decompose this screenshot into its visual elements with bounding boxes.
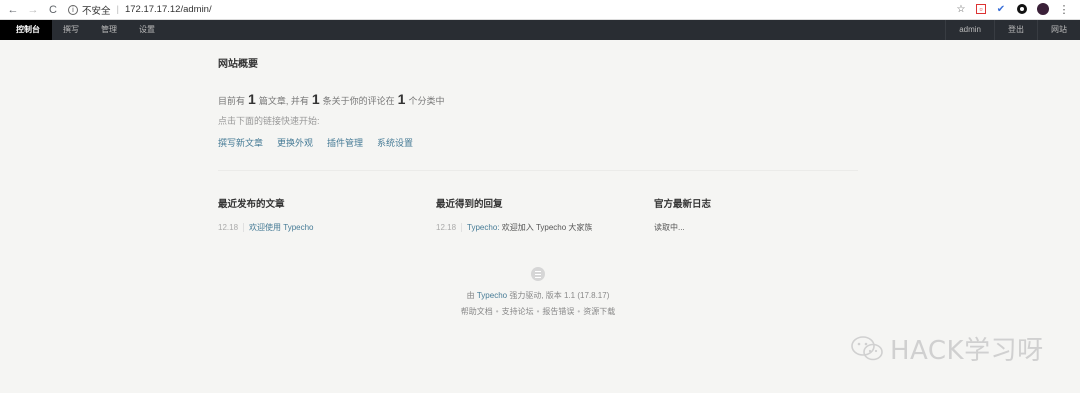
back-icon[interactable]: ← (6, 3, 20, 17)
posts-count: 1 (248, 91, 256, 107)
watermark-text: HACK学习呀 (890, 336, 1044, 366)
official-log-section: 官方最新日志 读取中... (654, 196, 854, 233)
official-log-title: 官方最新日志 (654, 199, 712, 210)
powered-prefix: 由 (466, 291, 475, 300)
help-docs-link[interactable]: 帮助文档 (461, 307, 493, 316)
top-nav-right: admin 登出 网站 (945, 20, 1080, 40)
browser-toolbar: ← → C i 不安全 | 172.17.17.12/admin/ ☆ ▫ ✔ … (0, 0, 1080, 20)
comment-date: 12.18 (436, 223, 463, 232)
nav-site[interactable]: 网站 (1037, 20, 1080, 40)
post-date: 12.18 (218, 223, 245, 232)
forward-icon[interactable]: → (26, 3, 40, 17)
quick-links: 撰写新文章 更换外观 插件管理 系统设置 (218, 136, 413, 149)
stats-prefix: 目前有 (218, 96, 246, 106)
categories-count: 1 (397, 91, 406, 107)
nav-logout[interactable]: 登出 (994, 20, 1037, 40)
footer-dot: • (577, 307, 581, 316)
quick-start-hint: 点击下面的链接快速开始: (218, 116, 320, 126)
comments-count: 1 (311, 91, 320, 107)
support-forum-link[interactable]: 支持论坛 (502, 307, 534, 316)
typecho-link[interactable]: Typecho (477, 291, 507, 300)
footer-dot: • (495, 307, 499, 316)
typecho-logo-icon (531, 267, 545, 281)
downloads-link[interactable]: 资源下载 (583, 307, 615, 316)
system-settings-link[interactable]: 系统设置 (377, 136, 413, 149)
nav-dashboard[interactable]: 控制台 (0, 20, 52, 40)
watermark: HACK学习呀 (850, 330, 1044, 367)
list-item: 12.18 欢迎使用 Typecho (218, 222, 418, 233)
profile-avatar-icon[interactable] (1037, 3, 1049, 15)
nav-settings[interactable]: 设置 (128, 20, 166, 40)
recent-comments-title: 最近得到的回复 (436, 199, 503, 210)
post-link[interactable]: 欢迎使用 Typecho (249, 223, 313, 232)
reload-icon[interactable]: C (46, 3, 60, 17)
nav-write[interactable]: 撰写 (52, 20, 90, 40)
recent-posts-title: 最近发布的文章 (218, 199, 285, 210)
extension-circle-icon[interactable] (1016, 3, 1028, 15)
list-item: 12.18 Typecho: 欢迎加入 Typecho 大家族 (436, 222, 636, 233)
change-theme-link[interactable]: 更换外观 (277, 136, 313, 149)
extension-blue-icon[interactable]: ✔ (995, 3, 1007, 15)
loading-text: 读取中... (654, 223, 685, 232)
info-icon[interactable]: i (68, 4, 78, 15)
address-separator: | (116, 4, 119, 15)
recent-comments-section: 最近得到的回复 12.18 Typecho: 欢迎加入 Typecho 大家族 (436, 196, 636, 233)
report-bug-link[interactable]: 报告错误 (542, 307, 574, 316)
nav-manage[interactable]: 管理 (90, 20, 128, 40)
menu-kebab-icon[interactable]: ⋮ (1058, 3, 1070, 16)
extension-icons: ☆ ▫ ✔ ⋮ (955, 3, 1070, 16)
comment-author-link[interactable]: Typecho: (467, 223, 499, 232)
footer-links: 帮助文档 • 支持论坛 • 报告错误 • 资源下载 (218, 306, 858, 317)
address-bar[interactable]: i 不安全 | 172.17.17.12/admin/ (68, 2, 212, 18)
recent-posts-section: 最近发布的文章 12.18 欢迎使用 Typecho (218, 196, 418, 233)
footer: 由 Typecho 强力驱动, 版本 1.1 (17.8.17) 帮助文档 • 支持… (218, 267, 858, 317)
wechat-icon (850, 335, 884, 363)
plugin-manage-link[interactable]: 插件管理 (327, 136, 363, 149)
powered-suffix: 强力驱动, 版本 1.1 (17.8.17) (509, 291, 610, 300)
stats-mid1: 篇文章, 并有 (258, 96, 309, 106)
extension-red-icon[interactable]: ▫ (976, 4, 986, 14)
nav-user[interactable]: admin (945, 20, 994, 40)
comment-text: 欢迎加入 Typecho 大家族 (501, 223, 593, 232)
powered-by: 由 Typecho 强力驱动, 版本 1.1 (17.8.17) (218, 290, 858, 301)
overview-stats: 目前有 1 篇文章, 并有 1 条关于你的评论在 1 个分类中 (218, 91, 444, 107)
url-text: 172.17.17.12/admin/ (124, 4, 212, 15)
page-title: 网站概要 (218, 59, 258, 70)
stats-suffix: 个分类中 (408, 96, 445, 106)
section-divider (218, 170, 858, 171)
write-post-link[interactable]: 撰写新文章 (218, 136, 263, 149)
footer-dot: • (536, 307, 540, 316)
star-icon[interactable]: ☆ (955, 3, 967, 15)
stats-mid2: 条关于你的评论在 (322, 96, 395, 106)
security-label: 不安全 (82, 5, 111, 17)
admin-top-nav: 控制台 撰写 管理 设置 admin 登出 网站 (0, 20, 1080, 40)
